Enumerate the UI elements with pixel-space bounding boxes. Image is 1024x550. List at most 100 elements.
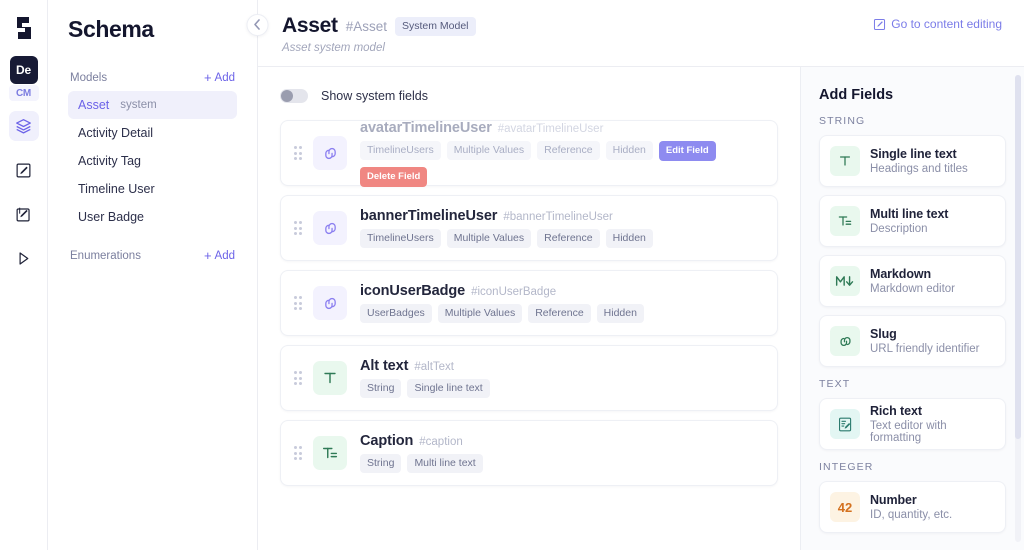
drag-handle-icon[interactable] <box>292 146 304 160</box>
sidebar-item-activity-tag[interactable]: Activity Tag <box>68 147 237 175</box>
field-tag: Hidden <box>606 141 653 160</box>
field-tag: String <box>360 379 401 398</box>
model-name: Activity Detail <box>78 126 153 140</box>
add-field-text: Markdown Markdown editor <box>870 267 955 295</box>
field-name-row: bannerTimelineUser #bannerTimelineUser <box>360 208 763 224</box>
model-name: Activity Tag <box>78 154 141 168</box>
model-name: Timeline User <box>78 182 155 196</box>
slug-link-icon <box>830 326 860 356</box>
sidebar-item-activity-detail[interactable]: Activity Detail <box>68 119 237 147</box>
add-fields-title: Add Fields <box>819 87 1006 103</box>
drag-handle-icon[interactable] <box>292 371 304 385</box>
show-system-fields-row: Show system fields <box>280 89 778 103</box>
add-field-name: Rich text <box>870 404 995 418</box>
environment-badge[interactable]: CM <box>9 85 39 101</box>
add-field-number[interactable]: 42 Number ID, quantity, etc. <box>819 481 1006 533</box>
add-field-markdown[interactable]: Markdown Markdown editor <box>819 255 1006 307</box>
field-name-row: Caption #caption <box>360 433 763 449</box>
field-info: Caption #caption String Multi line text <box>360 433 763 473</box>
field-info: avatarTimelineUser #avatarTimelineUser T… <box>360 120 763 187</box>
add-fields-group-label: STRING <box>819 115 1006 127</box>
field-tag: Reference <box>528 304 590 323</box>
drag-handle-icon[interactable] <box>292 296 304 310</box>
model-name: Asset <box>78 98 109 112</box>
drag-handle-icon[interactable] <box>292 446 304 460</box>
layers-icon <box>15 118 32 135</box>
add-model-button[interactable]: + Add <box>204 71 235 84</box>
model-name: User Badge <box>78 210 144 224</box>
add-field-multi-line-text[interactable]: Multi line text Description <box>819 195 1006 247</box>
show-system-fields-label: Show system fields <box>321 89 428 103</box>
hygraph-logo-icon[interactable] <box>5 8 43 48</box>
drag-handle-icon[interactable] <box>292 221 304 235</box>
field-tag: TimelineUsers <box>360 229 441 248</box>
content-split: Show system fields avatarTimelineUser <box>258 67 1024 550</box>
plus-icon: + <box>204 71 212 84</box>
link-chain-icon <box>313 211 347 245</box>
sidebar-item-schema[interactable] <box>9 111 39 141</box>
chevron-left-icon <box>254 19 261 32</box>
field-tag: Multiple Values <box>447 229 531 248</box>
edit-field-button[interactable]: Edit Field <box>659 141 716 161</box>
field-card[interactable]: iconUserBadge #iconUserBadge UserBadges … <box>280 270 778 336</box>
field-name: Caption <box>360 433 413 449</box>
add-fields-scrollbar[interactable] <box>1015 75 1021 542</box>
show-system-fields-toggle[interactable] <box>280 89 308 103</box>
go-to-content-editing-label: Go to content editing <box>891 17 1002 31</box>
add-field-desc: Text editor with formatting <box>870 420 995 444</box>
field-tag: Hidden <box>597 304 644 323</box>
add-field-single-line-text[interactable]: Single line text Headings and titles <box>819 135 1006 187</box>
model-title-row: Asset #Asset System Model <box>282 14 476 38</box>
model-description: Asset system model <box>282 42 476 54</box>
markdown-icon <box>830 266 860 296</box>
scrollbar-thumb[interactable] <box>1015 75 1021 439</box>
status-badge: System Model <box>395 17 476 36</box>
enumerations-section-header: Enumerations + Add <box>68 249 237 262</box>
field-name-row: avatarTimelineUser #avatarTimelineUser <box>360 120 763 136</box>
field-name-row: Alt text #altText <box>360 358 763 374</box>
sidebar-item-assets[interactable] <box>9 199 39 229</box>
field-card[interactable]: Caption #caption String Multi line text <box>280 420 778 486</box>
models-label: Models <box>70 72 107 84</box>
single-line-text-icon <box>313 361 347 395</box>
field-tags: TimelineUsers Multiple Values Reference … <box>360 229 763 248</box>
add-field-name: Slug <box>870 327 980 341</box>
add-field-desc: Markdown editor <box>870 283 955 295</box>
sidebar-item-asset[interactable]: Asset system <box>68 91 237 119</box>
add-field-desc: URL friendly identifier <box>870 343 980 355</box>
field-tag: Single line text <box>407 379 489 398</box>
add-field-slug[interactable]: Slug URL friendly identifier <box>819 315 1006 367</box>
add-fields-group-label: TEXT <box>819 378 1006 390</box>
field-tag: String <box>360 454 401 473</box>
project-badge[interactable]: De <box>10 56 38 84</box>
add-field-text: Rich text Text editor with formatting <box>870 404 995 444</box>
fields-list-area: Show system fields avatarTimelineUser <box>258 67 800 550</box>
add-field-text: Slug URL friendly identifier <box>870 327 980 355</box>
sidebar-item-content[interactable] <box>9 155 39 185</box>
field-api-id: #altText <box>414 361 454 373</box>
sidebar-item-user-badge[interactable]: User Badge <box>68 203 237 231</box>
sidebar-item-timeline-user[interactable]: Timeline User <box>68 175 237 203</box>
add-fields-group-label: INTEGER <box>819 461 1006 473</box>
link-chain-icon <box>313 136 347 170</box>
field-tags: UserBadges Multiple Values Reference Hid… <box>360 304 763 323</box>
model-header: Asset #Asset System Model Asset system m… <box>258 0 1024 67</box>
add-field-desc: Headings and titles <box>870 163 968 175</box>
add-field-name: Number <box>870 493 952 507</box>
sidebar-item-api-playground[interactable] <box>9 243 39 273</box>
page-title: Schema <box>68 16 237 43</box>
collapse-sidebar-button[interactable] <box>246 14 268 36</box>
field-card[interactable]: Alt text #altText String Single line tex… <box>280 345 778 411</box>
go-to-content-editing-link[interactable]: Go to content editing <box>873 14 1002 31</box>
field-api-id: #caption <box>419 436 462 448</box>
delete-field-button[interactable]: Delete Field <box>360 167 427 187</box>
add-field-name: Multi line text <box>870 207 948 221</box>
field-name: avatarTimelineUser <box>360 120 492 136</box>
field-api-id: #bannerTimelineUser <box>503 211 613 223</box>
add-enumeration-button[interactable]: + Add <box>204 249 235 262</box>
field-card[interactable]: avatarTimelineUser #avatarTimelineUser T… <box>280 120 778 186</box>
field-card[interactable]: bannerTimelineUser #bannerTimelineUser T… <box>280 195 778 261</box>
multi-line-text-icon <box>830 206 860 236</box>
field-tags: String Single line text <box>360 379 763 398</box>
add-field-rich-text[interactable]: Rich text Text editor with formatting <box>819 398 1006 450</box>
